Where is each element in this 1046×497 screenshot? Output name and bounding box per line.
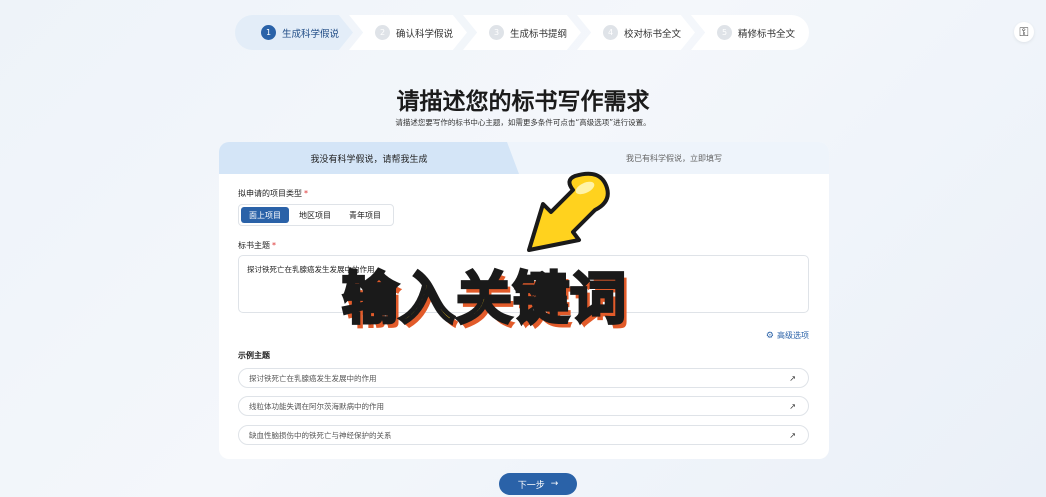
arrow-pointer-icon <box>527 171 610 252</box>
next-step-button[interactable]: 下一步 → <box>499 473 577 495</box>
project-type-general[interactable]: 面上项目 <box>241 207 289 223</box>
stepper: 1 生成科学假说 2 确认科学假说 3 生成标书提纲 4 校对标书全文 5 精修… <box>235 15 809 50</box>
example-topic-text: 缺血性脑损伤中的铁死亡与神经保护的关系 <box>249 430 392 440</box>
step-label: 生成科学假说 <box>282 28 340 40</box>
step-number: 4 <box>603 25 618 40</box>
required-mark: * <box>304 189 308 198</box>
example-topic-text: 线粒体功能失调在阿尔茨海默病中的作用 <box>249 401 384 411</box>
step-1[interactable]: 1 生成科学假说 <box>235 15 353 50</box>
page-subtitle: 请描述您要写作的标书中心主题，如需更多条件可点击“高级选项”进行设置。 <box>395 118 651 127</box>
advanced-options-label: 高级选项 <box>777 331 809 340</box>
key-icon: ⚿ <box>1019 24 1029 39</box>
step-2[interactable]: 2 确认科学假说 <box>349 15 467 50</box>
step-label: 生成标书提纲 <box>510 28 568 40</box>
next-step-label: 下一步 <box>517 480 545 491</box>
arrow-up-right-icon: ↗ <box>789 430 796 440</box>
step-number: 5 <box>717 25 732 40</box>
required-mark: * <box>272 241 276 250</box>
example-topic[interactable]: 探讨铁死亡在乳腺癌发生发展中的作用 ↗ <box>238 368 809 388</box>
step-label: 确认科学假说 <box>396 28 454 40</box>
overlay-caption: 输入关键词 <box>341 267 628 332</box>
project-type-selector: 面上项目 地区项目 青年项目 <box>238 204 394 226</box>
tab-generate-hypothesis[interactable]: 我没有科学假说，请帮我生成 <box>219 142 519 174</box>
step-label: 精修标书全文 <box>738 28 796 40</box>
advanced-options-link[interactable]: ⚙ 高级选项 <box>766 330 809 341</box>
step-number: 3 <box>489 25 504 40</box>
project-type-regional[interactable]: 地区项目 <box>291 207 339 223</box>
topic-label-text: 标书主题 <box>238 241 270 250</box>
key-button[interactable]: ⚿ <box>1014 22 1034 42</box>
step-3[interactable]: 3 生成标书提纲 <box>463 15 581 50</box>
example-topic[interactable]: 缺血性脑损伤中的铁死亡与神经保护的关系 ↗ <box>238 425 809 445</box>
project-type-youth[interactable]: 青年项目 <box>341 207 389 223</box>
page-title: 请描述您的标书写作需求 <box>396 89 650 115</box>
step-number: 2 <box>375 25 390 40</box>
project-type-label-text: 拟申请的项目类型 <box>238 189 302 198</box>
arrow-up-right-icon: ↗ <box>789 401 796 411</box>
step-label: 校对标书全文 <box>624 28 682 40</box>
step-number: 1 <box>261 25 276 40</box>
project-type-label: 拟申请的项目类型 * <box>238 188 308 199</box>
arrow-up-right-icon: ↗ <box>789 373 796 383</box>
arrow-right-icon: → <box>550 479 559 489</box>
examples-title: 示例主题 <box>238 351 270 360</box>
topic-label: 标书主题 * <box>238 240 276 251</box>
step-5[interactable]: 5 精修标书全文 <box>691 15 809 50</box>
example-topic[interactable]: 线粒体功能失调在阿尔茨海默病中的作用 ↗ <box>238 396 809 416</box>
step-4[interactable]: 4 校对标书全文 <box>577 15 695 50</box>
settings-icon: ⚙ <box>765 330 774 341</box>
example-topic-text: 探讨铁死亡在乳腺癌发生发展中的作用 <box>249 373 377 383</box>
